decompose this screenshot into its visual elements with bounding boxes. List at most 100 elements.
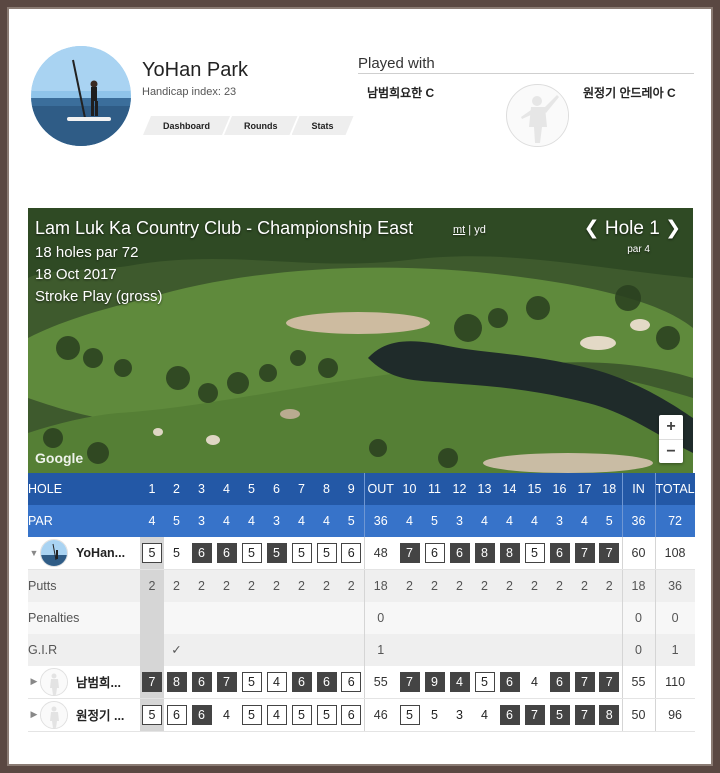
score-value[interactable]: 5 <box>142 704 162 725</box>
hole-number[interactable]: 11 <box>422 473 447 505</box>
score-value[interactable]: 7 <box>399 543 420 563</box>
hole-number[interactable]: 8 <box>314 473 339 505</box>
score-value[interactable]: 5 <box>291 704 312 725</box>
course-map[interactable]: Lam Luk Ka Country Club - Championship E… <box>28 208 693 473</box>
score-value[interactable]: 4 <box>217 705 237 725</box>
zoom-in-button[interactable]: + <box>659 415 683 439</box>
nav-stats[interactable]: Stats <box>292 116 354 135</box>
hole-number[interactable]: 3 <box>189 473 214 505</box>
score-value[interactable]: 5 <box>524 543 545 563</box>
collapse-icon[interactable]: ▼ <box>28 548 40 558</box>
player-name[interactable]: 원정기 ... <box>76 705 134 724</box>
partner-link[interactable]: 남범희요한 C <box>367 84 434 101</box>
hole-number[interactable]: 9 <box>339 473 364 505</box>
score-value[interactable]: 5 <box>425 705 445 725</box>
score-value[interactable]: 4 <box>475 705 495 725</box>
partner-link[interactable]: 원정기 안드레아 C <box>583 84 676 101</box>
score-value[interactable]: 5 <box>241 704 262 725</box>
player-cell[interactable]: ▶ 남범희... <box>28 666 140 698</box>
score-value[interactable]: 7 <box>574 543 595 563</box>
score-value[interactable]: 5 <box>316 543 337 563</box>
score-value[interactable]: 5 <box>241 671 262 692</box>
score-value[interactable]: 5 <box>241 543 262 563</box>
score-value[interactable]: 4 <box>266 704 287 725</box>
par-value: 3 <box>264 505 289 537</box>
score-value[interactable]: 4 <box>266 671 287 692</box>
hole-number[interactable]: 10 <box>397 473 422 505</box>
zoom-out-button[interactable]: − <box>659 439 683 463</box>
score-value[interactable]: 6 <box>166 704 187 725</box>
hole-number[interactable]: OUT <box>363 473 397 505</box>
score-value[interactable]: 4 <box>449 671 470 692</box>
score-value[interactable]: 6 <box>291 671 312 692</box>
score-value[interactable]: 7 <box>399 671 420 692</box>
score-value[interactable]: 5 <box>399 704 420 725</box>
score-value[interactable]: 4 <box>525 672 545 692</box>
nav-rounds[interactable]: Rounds <box>224 116 298 135</box>
score-value[interactable]: 5 <box>316 704 337 725</box>
score-value[interactable]: 3 <box>450 705 470 725</box>
player-name[interactable]: YoHan... <box>76 546 134 560</box>
score-value[interactable]: 7 <box>574 671 595 692</box>
score-value[interactable]: 5 <box>266 543 287 563</box>
hole-number[interactable]: 2 <box>164 473 189 505</box>
unit-toggle[interactable]: mt | yd <box>453 224 486 236</box>
score-value[interactable]: 7 <box>599 543 620 563</box>
score-value[interactable]: 6 <box>216 543 237 563</box>
hole-number[interactable]: 13 <box>472 473 497 505</box>
hole-number[interactable]: 14 <box>497 473 522 505</box>
next-hole-icon[interactable]: ❯ <box>665 218 681 239</box>
score-value[interactable]: 6 <box>191 704 212 725</box>
score-value[interactable]: 8 <box>166 671 187 692</box>
expand-icon[interactable]: ▶ <box>28 676 40 687</box>
player-cell[interactable]: ▶ 원정기 ... <box>28 699 140 731</box>
expand-icon[interactable]: ▶ <box>28 709 40 720</box>
unit-yards[interactable]: yd <box>474 224 486 236</box>
score-value[interactable]: 6 <box>341 543 362 563</box>
hole-number[interactable]: 1 <box>140 473 164 505</box>
score-value[interactable]: 6 <box>191 543 212 563</box>
nav-dashboard[interactable]: Dashboard <box>143 116 230 135</box>
hole-number[interactable]: 12 <box>447 473 472 505</box>
score-value[interactable]: 6 <box>449 543 470 563</box>
score-value[interactable]: 9 <box>424 671 445 692</box>
score-value[interactable]: 5 <box>142 543 162 563</box>
score-value[interactable]: 7 <box>574 704 595 725</box>
score-value[interactable]: 7 <box>599 671 620 692</box>
hole-number[interactable]: 6 <box>264 473 289 505</box>
score-value[interactable]: 6 <box>549 543 570 563</box>
score-value[interactable]: 5 <box>474 671 495 692</box>
score-value[interactable]: 6 <box>499 671 520 692</box>
hole-number[interactable]: 5 <box>239 473 264 505</box>
score-value[interactable]: 5 <box>549 704 570 725</box>
unit-meters[interactable]: mt <box>453 224 465 236</box>
score-value[interactable]: 8 <box>474 543 495 563</box>
partner-avatar[interactable] <box>506 84 569 147</box>
hole-number[interactable]: 15 <box>522 473 547 505</box>
hole-number[interactable]: 17 <box>572 473 597 505</box>
score-value[interactable]: 5 <box>167 543 187 563</box>
player-name[interactable]: 남범희... <box>76 672 134 691</box>
hole-number[interactable]: 16 <box>547 473 572 505</box>
score-value[interactable]: 6 <box>341 671 362 692</box>
player-cell[interactable]: ▼ YoHan... <box>28 537 140 569</box>
score-value[interactable]: 6 <box>549 671 570 692</box>
score-value[interactable]: 7 <box>142 671 162 692</box>
score-value[interactable]: 6 <box>499 704 520 725</box>
score-value[interactable]: 8 <box>499 543 520 563</box>
score-value[interactable]: 6 <box>191 671 212 692</box>
score-value[interactable]: 5 <box>291 543 312 563</box>
hole-number[interactable]: 4 <box>214 473 239 505</box>
hole-number[interactable]: TOTAL <box>654 473 695 505</box>
hole-number[interactable]: IN <box>621 473 655 505</box>
hole-number[interactable]: 7 <box>289 473 314 505</box>
score-value[interactable]: 6 <box>341 704 362 725</box>
score-value[interactable]: 7 <box>524 704 545 725</box>
hole-number[interactable]: 18 <box>597 473 622 505</box>
score-cell: 4 <box>522 665 547 699</box>
score-value[interactable]: 7 <box>216 671 237 692</box>
score-value[interactable]: 8 <box>599 704 620 725</box>
prev-hole-icon[interactable]: ❮ <box>584 218 600 239</box>
score-value[interactable]: 6 <box>316 671 337 692</box>
score-value[interactable]: 6 <box>424 543 445 563</box>
